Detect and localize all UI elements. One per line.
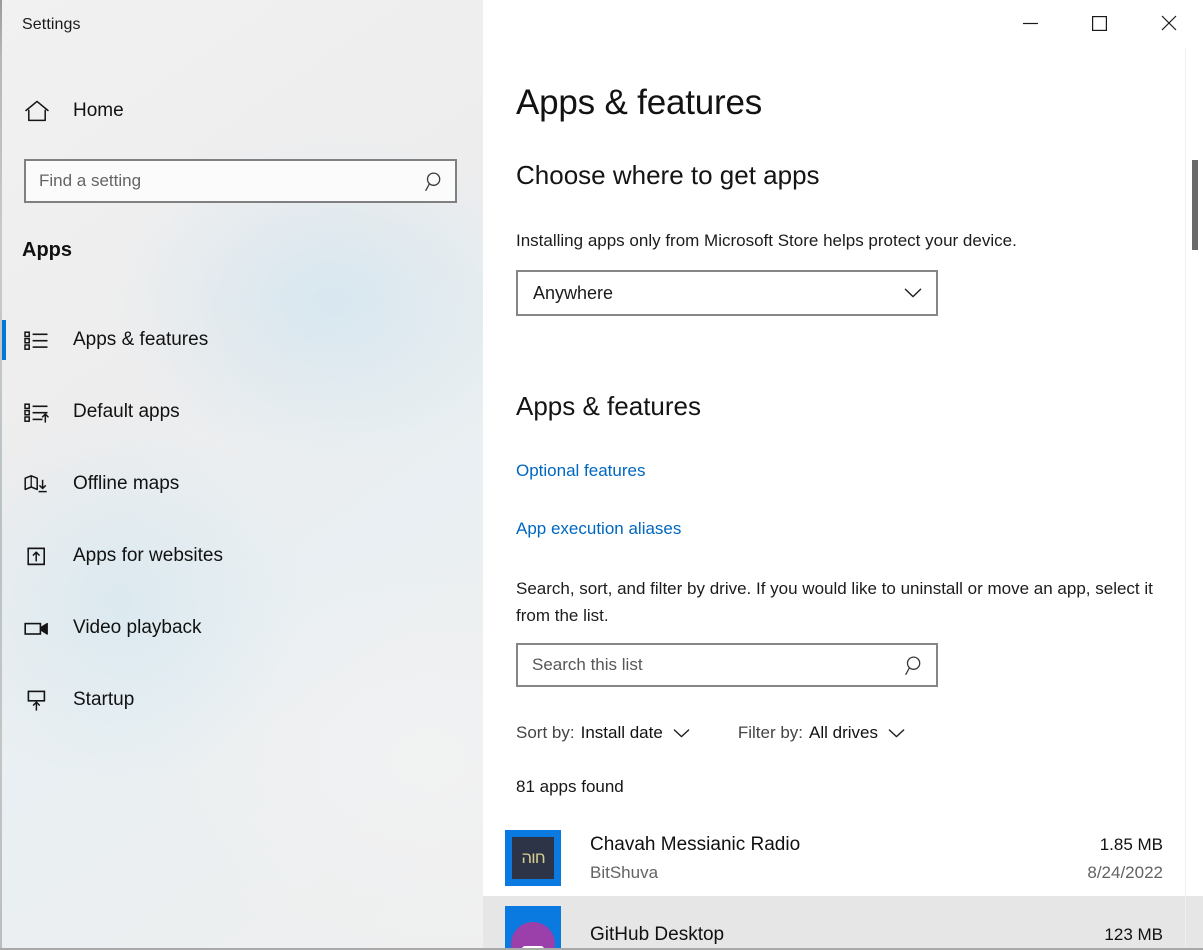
github-desktop-app-icon xyxy=(505,906,561,950)
home-label: Home xyxy=(73,99,124,121)
app-list-item[interactable]: GitHub Desktop 123 MB xyxy=(483,896,1203,950)
app-source-dropdown[interactable]: Anywhere xyxy=(516,270,938,316)
sidebar-left-edge xyxy=(0,0,2,950)
github-icon-circle xyxy=(511,922,555,950)
filters-row: Sort by: Install date Filter by: All dri… xyxy=(516,723,905,743)
sidebar-item-offline-maps[interactable]: Offline maps xyxy=(0,461,483,507)
optional-features-link[interactable]: Optional features xyxy=(516,461,645,481)
filter-by-dropdown[interactable]: Filter by: All drives xyxy=(738,723,905,743)
app-meta: 123 MB xyxy=(1104,922,1163,947)
app-name: GitHub Desktop xyxy=(590,923,725,945)
maximize-button[interactable] xyxy=(1065,0,1134,46)
app-size: 1.85 MB xyxy=(1099,834,1163,854)
sidebar-item-default-apps[interactable]: Default apps xyxy=(0,389,483,435)
app-source-value: Anywhere xyxy=(533,282,614,303)
sort-by-value: Install date xyxy=(580,723,663,742)
map-download-icon xyxy=(21,473,51,496)
sidebar-item-label: Offline maps xyxy=(73,473,180,494)
list-arrow-up-icon xyxy=(21,401,51,424)
scrollbar-thumb[interactable] xyxy=(1192,160,1198,250)
home-icon xyxy=(24,99,54,123)
list-description: Search, sort, and filter by drive. If yo… xyxy=(516,579,1153,625)
window-title: Settings xyxy=(22,16,81,33)
apps-features-heading: Apps & features xyxy=(516,391,701,421)
choose-source-description: Installing apps only from Microsoft Stor… xyxy=(516,231,1017,250)
monitor-arrow-up-icon xyxy=(21,689,51,712)
close-icon xyxy=(1161,15,1177,31)
choose-source-heading: Choose where to get apps xyxy=(516,160,820,190)
search-this-list-input[interactable] xyxy=(518,655,894,675)
search-icon[interactable] xyxy=(415,171,455,192)
video-camera-icon xyxy=(21,617,51,640)
maximize-icon xyxy=(1092,15,1107,31)
sidebar-item-label: Video playback xyxy=(73,617,202,638)
sidebar-section-title: Apps xyxy=(22,239,72,261)
app-list-item[interactable]: חוה Chavah Messianic Radio BitShuva 1.85… xyxy=(483,820,1203,896)
sidebar-item-video-playback[interactable]: Video playback xyxy=(0,605,483,651)
apps-list: חוה Chavah Messianic Radio BitShuva 1.85… xyxy=(483,820,1203,950)
sidebar-item-apps-for-websites[interactable]: Apps for websites xyxy=(0,533,483,579)
chavah-icon-glyph: חוה xyxy=(512,837,554,879)
app-text: GitHub Desktop xyxy=(590,922,1104,947)
window-controls xyxy=(996,0,1203,46)
sort-by-label: Sort by: xyxy=(516,723,575,742)
sidebar-item-label: Startup xyxy=(73,689,135,710)
chevron-down-icon xyxy=(673,728,690,739)
app-publisher: BitShuva xyxy=(590,862,659,882)
apps-found-count: 81 apps found xyxy=(516,777,624,796)
app-meta: 1.85 MB 8/24/2022 xyxy=(1087,832,1163,885)
sidebar-item-label: Default apps xyxy=(73,401,180,422)
list-bullets-icon xyxy=(21,329,51,352)
sidebar-item-label: Apps & features xyxy=(73,329,209,350)
app-execution-aliases-link[interactable]: App execution aliases xyxy=(516,519,681,539)
content-scrollbar[interactable] xyxy=(1186,48,1203,950)
search-icon[interactable] xyxy=(894,655,936,676)
app-list-search-box[interactable] xyxy=(516,643,938,687)
settings-search-box[interactable] xyxy=(24,159,457,203)
filter-by-value: All drives xyxy=(809,723,878,742)
app-text: Chavah Messianic Radio BitShuva xyxy=(590,832,1087,885)
sort-by-dropdown[interactable]: Sort by: Install date xyxy=(516,723,690,743)
chavah-app-icon: חוה xyxy=(505,830,561,886)
sidebar-item-label: Apps for websites xyxy=(73,545,223,566)
title-bar[interactable]: Settings xyxy=(0,0,1203,48)
app-install-date: 8/24/2022 xyxy=(1087,862,1163,882)
settings-window: Settings Home Find a setting Apps Apps &… xyxy=(0,0,1203,950)
chevron-down-icon xyxy=(890,287,936,299)
minimize-icon xyxy=(1022,17,1039,30)
sidebar-nav-list: Apps & features Default apps Offline map… xyxy=(0,317,483,749)
box-arrow-up-icon xyxy=(21,545,51,568)
chevron-down-icon xyxy=(888,728,905,739)
search-input[interactable] xyxy=(26,171,415,191)
app-name: Chavah Messianic Radio xyxy=(590,833,801,855)
sidebar-item-startup[interactable]: Startup xyxy=(0,677,483,723)
app-size: 123 MB xyxy=(1104,924,1163,944)
sidebar: Home Apps xyxy=(0,0,483,950)
sidebar-item-home[interactable]: Home xyxy=(0,88,483,133)
page-title: Apps & features xyxy=(516,83,763,122)
sidebar-item-apps-features[interactable]: Apps & features xyxy=(0,317,483,363)
filter-by-label: Filter by: xyxy=(737,723,804,742)
close-button[interactable] xyxy=(1134,0,1203,46)
main-content: Apps & features Choose where to get apps… xyxy=(483,0,1203,950)
minimize-button[interactable] xyxy=(996,0,1065,46)
